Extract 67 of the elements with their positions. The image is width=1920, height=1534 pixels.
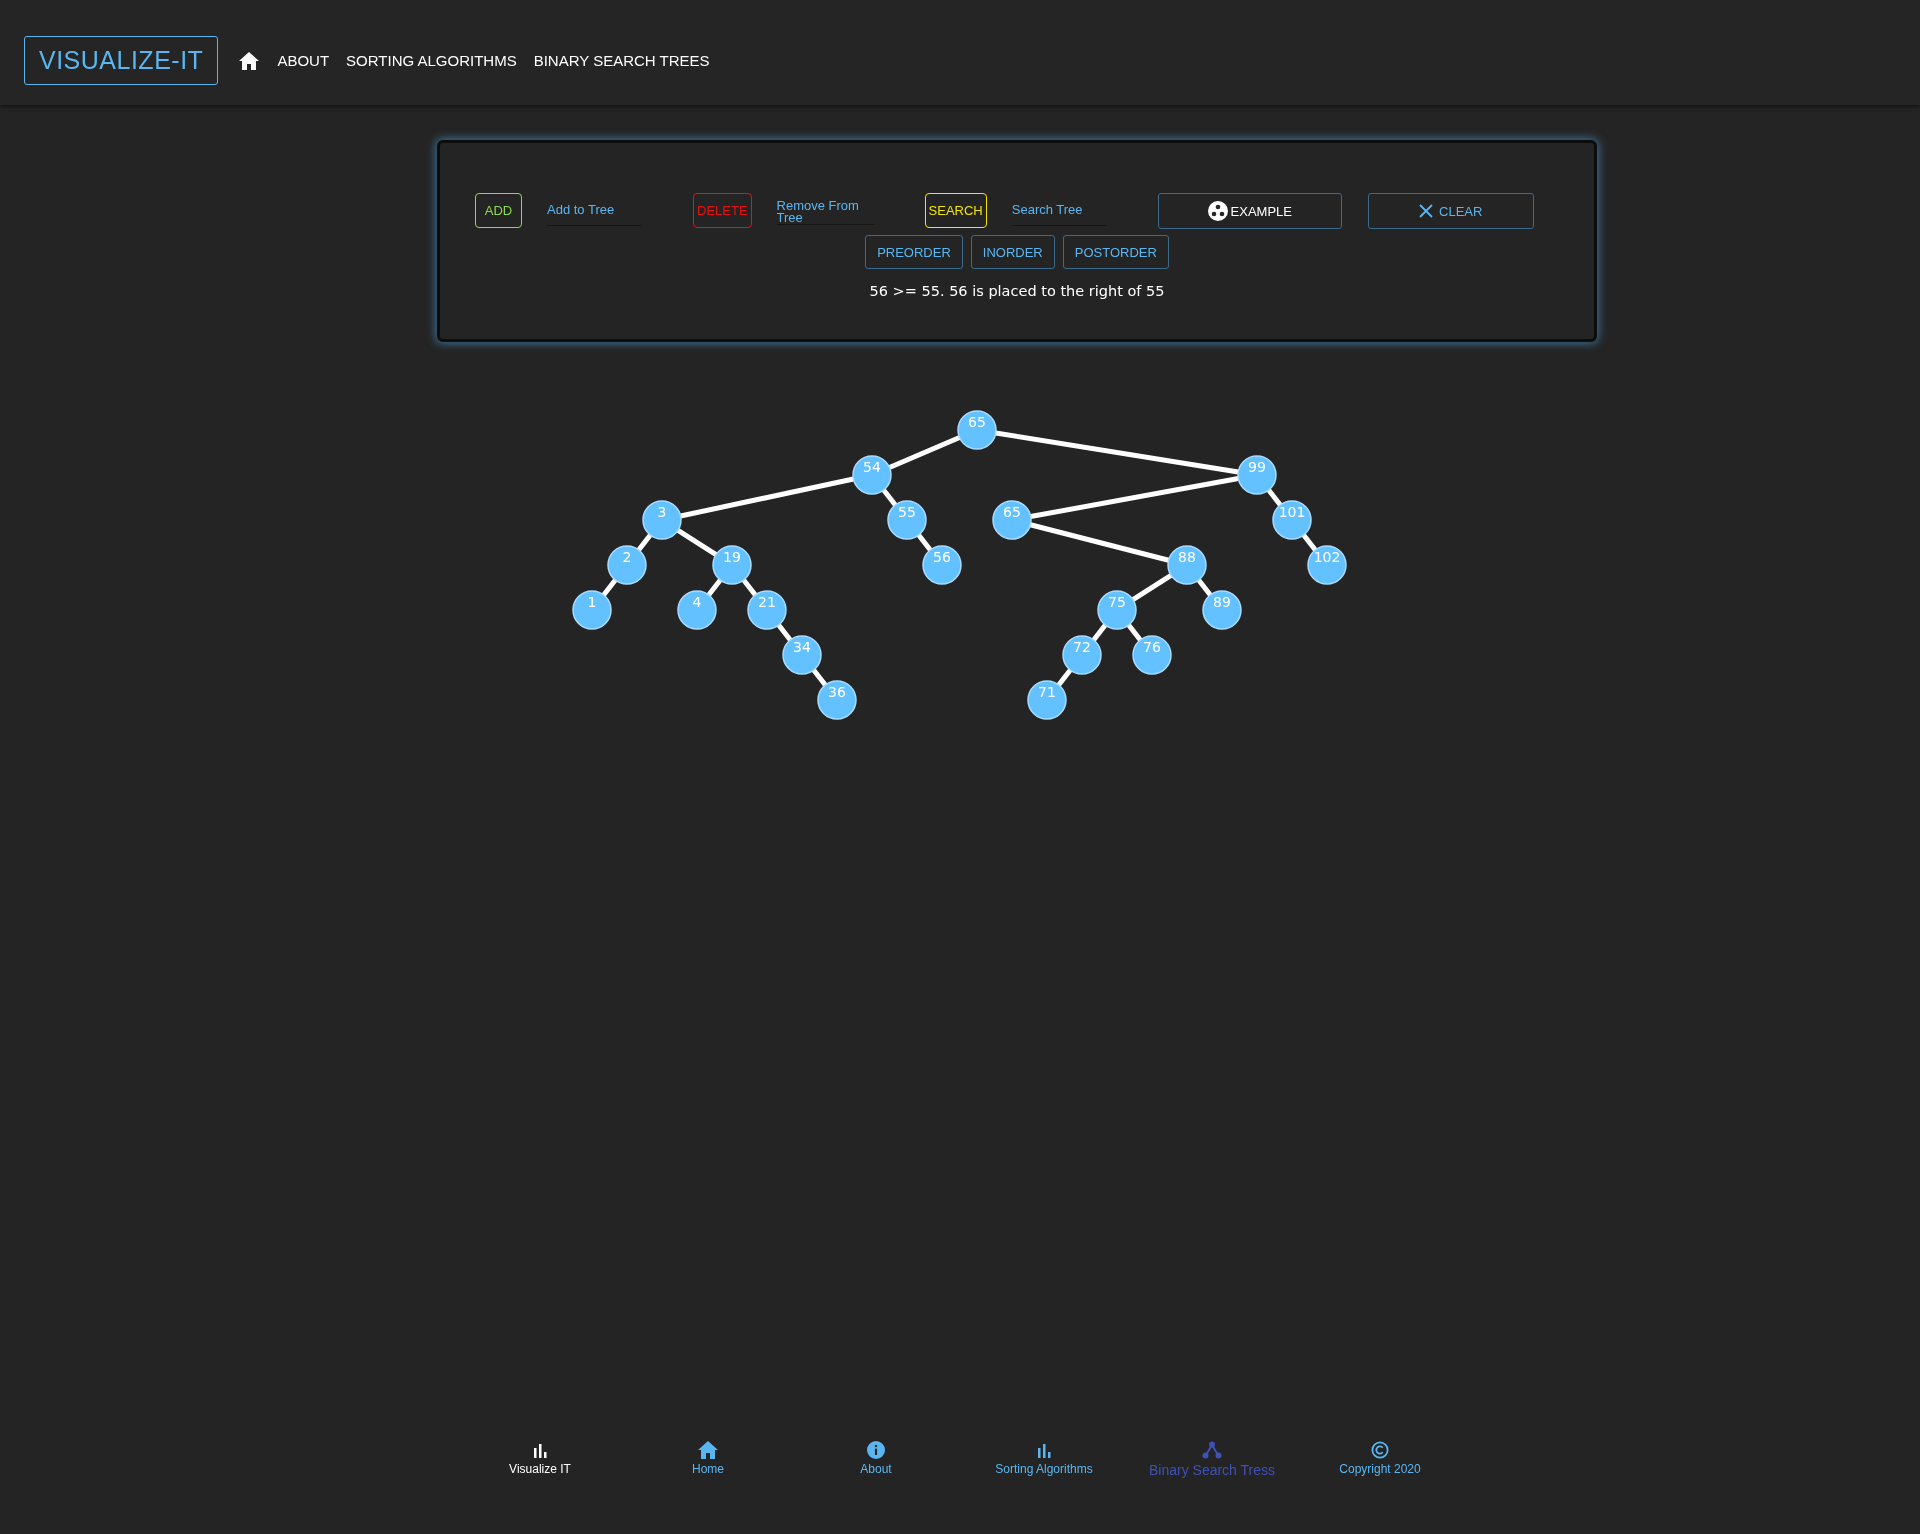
nav-link[interactable]: BINARY SEARCH TREES bbox=[533, 52, 710, 69]
nav-link[interactable]: ABOUT bbox=[277, 52, 330, 69]
tree-edge bbox=[776, 623, 793, 642]
footer-nav-item[interactable]: Sorting Algorithms bbox=[960, 1441, 1128, 1478]
input-field[interactable]: Remove From Tree bbox=[776, 193, 875, 225]
tree-edge bbox=[1131, 573, 1173, 602]
tree-edge bbox=[881, 488, 898, 507]
operation-button[interactable]: SEARCH bbox=[924, 193, 987, 228]
traversal-button[interactable]: POSTORDER bbox=[1062, 235, 1169, 269]
footer-nav-item[interactable]: Home bbox=[624, 1441, 792, 1478]
tree-edge bbox=[916, 533, 933, 552]
tree-edge bbox=[676, 528, 718, 557]
tree-node: 1 bbox=[572, 590, 612, 630]
tree-edge bbox=[1196, 578, 1213, 597]
tree-node: 65 bbox=[992, 500, 1032, 540]
footer-nav-item[interactable]: Visualize IT bbox=[456, 1441, 624, 1478]
clear-button[interactable]: CLEAR bbox=[1367, 193, 1534, 229]
tree-node: 4 bbox=[677, 590, 717, 630]
tree-node: 3 bbox=[642, 500, 682, 540]
home-icon bbox=[698, 1441, 718, 1459]
tree-node: 72 bbox=[1062, 635, 1102, 675]
home-icon[interactable] bbox=[239, 51, 260, 70]
tree-icon bbox=[1202, 1441, 1222, 1459]
tree-node: 102 bbox=[1307, 545, 1347, 585]
operation-button[interactable]: ADD bbox=[475, 193, 522, 228]
example-button[interactable]: EXAMPLE bbox=[1157, 193, 1342, 229]
tree-edge bbox=[1126, 623, 1143, 642]
tree-node: 36 bbox=[817, 680, 857, 720]
traversal-button[interactable]: INORDER bbox=[970, 235, 1055, 269]
tree-edge bbox=[1301, 533, 1318, 552]
tree-edge bbox=[811, 668, 828, 687]
tree-edge bbox=[1266, 488, 1283, 507]
tree-node: 54 bbox=[852, 455, 892, 495]
close-icon bbox=[1419, 204, 1434, 218]
bar-chart-icon bbox=[1036, 1441, 1052, 1459]
tree-node: 21 bbox=[747, 590, 787, 630]
input-field[interactable]: Search Tree bbox=[1011, 193, 1106, 226]
tree-node: 55 bbox=[887, 500, 927, 540]
logo-link[interactable]: VISUALIZE-IT bbox=[24, 36, 219, 85]
tree-edge bbox=[706, 578, 723, 597]
tree-node: 75 bbox=[1097, 590, 1137, 630]
tree-edge bbox=[741, 578, 758, 597]
tree-node: 99 bbox=[1237, 455, 1277, 495]
traversal-button[interactable]: PREORDER bbox=[865, 235, 963, 269]
tree-node: 34 bbox=[782, 635, 822, 675]
tree-node: 71 bbox=[1027, 680, 1067, 720]
tree-edge bbox=[1056, 668, 1073, 687]
tree-node: 76 bbox=[1132, 635, 1172, 675]
bar-chart-icon bbox=[532, 1441, 548, 1459]
footer-nav-item[interactable]: About bbox=[792, 1441, 960, 1478]
tree-node: 89 bbox=[1202, 590, 1242, 630]
tree-node: 2 bbox=[607, 545, 647, 585]
tree-node: 65 bbox=[957, 410, 997, 450]
footer-nav-item[interactable]: Copyright 2020 bbox=[1296, 1441, 1464, 1478]
tree-node: 101 bbox=[1272, 500, 1312, 540]
tree-node: 56 bbox=[922, 545, 962, 585]
info-icon bbox=[866, 1441, 886, 1459]
status-message: 56 >= 55. 56 is placed to the right of 55 bbox=[869, 283, 1165, 299]
tree-edge bbox=[601, 578, 618, 597]
nav-link[interactable]: SORTING ALGORITHMS bbox=[346, 52, 517, 69]
tree-edge bbox=[1091, 623, 1108, 642]
tree-edge bbox=[636, 533, 653, 552]
tree-node: 88 bbox=[1167, 545, 1207, 585]
input-field[interactable]: Add to Tree bbox=[547, 193, 641, 226]
copyright-icon bbox=[1370, 1441, 1390, 1459]
tree-node: 19 bbox=[712, 545, 752, 585]
dots-circle-icon bbox=[1207, 201, 1228, 221]
